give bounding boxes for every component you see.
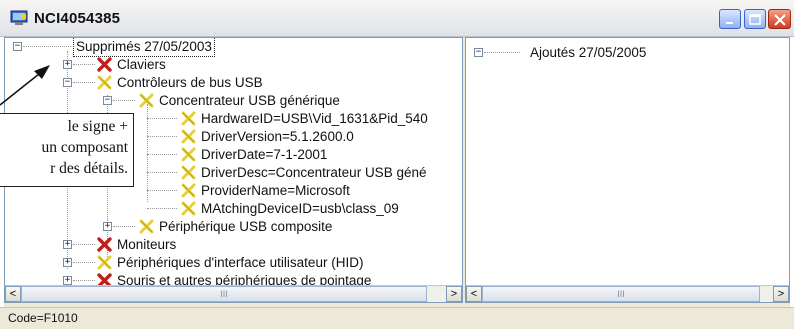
tree-connector [147,208,177,209]
tree-item-label: HardwareID=USB\Vid_1631&Pid_540 [201,111,428,126]
tree-item-label: DriverVersion=5.1.2600.0 [201,129,354,144]
tree-item-label: MAtchingDeviceID=usb\class_09 [201,201,399,216]
scroll-right-button[interactable]: > [773,286,789,302]
expand-expander[interactable]: + [63,276,72,285]
tree-connector [73,262,95,263]
tree-item-hid[interactable]: + Périphériques d'interface utilisateur … [5,254,462,272]
tree-connector [73,280,95,281]
tree-connector [73,244,95,245]
chevron-left-icon: < [9,288,17,300]
status-bar: Code=F1010 [0,307,794,329]
close-button[interactable] [768,9,791,29]
yellow-x-icon [97,75,112,90]
tree-item-label: Contrôleurs de bus USB [117,75,263,90]
yellow-x-icon [139,219,154,234]
tree-item-label: Concentrateur USB générique [159,93,340,108]
tree-connector [147,190,177,191]
tree-connector [113,226,135,227]
title-bar[interactable]: NCI4054385 [0,0,794,37]
tree-item-label: Moniteurs [117,237,177,252]
yellow-x-icon [181,147,196,162]
app-window: NCI4054385 − Supprimés 27/05/2003 + Clav… [0,0,794,329]
collapse-expander[interactable]: − [474,48,483,57]
callout-line: un composant [41,139,128,156]
minimize-icon [726,22,733,24]
tree-root-row[interactable]: − Supprimés 27/05/2003 [5,38,275,57]
tree-connector [23,46,71,47]
tree-connector [484,52,520,53]
collapse-expander[interactable]: − [13,42,22,51]
tree-connector [147,154,177,155]
callout-line: le signe + [67,118,128,135]
yellow-x-icon [139,93,154,108]
red-x-icon [97,57,112,72]
tree-item-label: Périphériques d'interface utilisateur (H… [117,255,364,270]
scroll-thumb[interactable]: III [482,286,760,302]
tree-root-row[interactable]: − Ajoutés 27/05/2005 [466,44,786,62]
close-icon [774,14,786,26]
tree-item-label: ProviderName=Microsoft [201,183,350,198]
yellow-x-icon [181,183,196,198]
yellow-x-icon [181,165,196,180]
tree-connector [113,100,135,101]
callout-arrow-icon [0,65,50,106]
chevron-left-icon: < [470,288,478,300]
tree-connector [147,118,177,119]
yellow-x-icon [181,201,196,216]
added-devices-tree[interactable]: − Ajoutés 27/05/2005 [466,38,789,288]
yellow-x-icon [97,255,112,270]
chevron-right-icon: > [777,288,785,300]
expand-expander[interactable]: + [103,222,112,231]
grip-icon: III [617,289,625,299]
right-horizontal-scrollbar[interactable]: < III > [466,285,789,302]
tree-item-label: Périphérique USB composite [159,219,333,234]
collapse-expander[interactable]: − [103,96,112,105]
maximize-button[interactable] [744,9,766,29]
expand-expander[interactable]: + [63,240,72,249]
app-icon [10,10,28,25]
right-tree-pane[interactable]: − Ajoutés 27/05/2005 < III > [465,37,790,303]
red-x-icon [97,237,112,252]
tree-item-label: DriverDate=7-1-2001 [201,147,328,162]
tree-root-label[interactable]: Ajoutés 27/05/2005 [530,44,646,62]
tree-item-monitors[interactable]: + Moniteurs [5,236,305,254]
scroll-left-button[interactable]: < [5,286,21,302]
tree-connector [73,64,95,65]
tree-item-usb-composite[interactable]: + Périphérique USB composite [5,218,365,236]
scroll-left-button[interactable]: < [466,286,482,302]
left-horizontal-scrollbar[interactable]: < III > [5,285,462,302]
tree-connector [147,172,177,173]
tree-connector [73,82,95,83]
minimize-button[interactable] [719,9,741,29]
chevron-right-icon: > [450,288,458,300]
yellow-x-icon [181,129,196,144]
tree-item-label: Claviers [117,57,166,72]
tree-item-matching-device-id[interactable]: MAtchingDeviceID=usb\class_09 [5,200,462,218]
status-text: Code=F1010 [8,311,78,325]
callout-line: r des détails. [50,160,128,177]
tree-root-label[interactable]: Supprimés 27/05/2003 [73,38,215,57]
callout-box: le signe + un composant r des détails. [0,113,134,187]
yellow-x-icon [181,111,196,126]
window-title: NCI4054385 [34,10,121,27]
scroll-thumb[interactable]: III [21,286,427,302]
expand-expander[interactable]: + [63,258,72,267]
grip-icon: III [220,289,228,299]
tree-item-label: DriverDesc=Concentrateur USB géné [201,165,427,180]
scroll-right-button[interactable]: > [446,286,462,302]
maximize-icon [749,14,761,25]
tree-connector [147,136,177,137]
